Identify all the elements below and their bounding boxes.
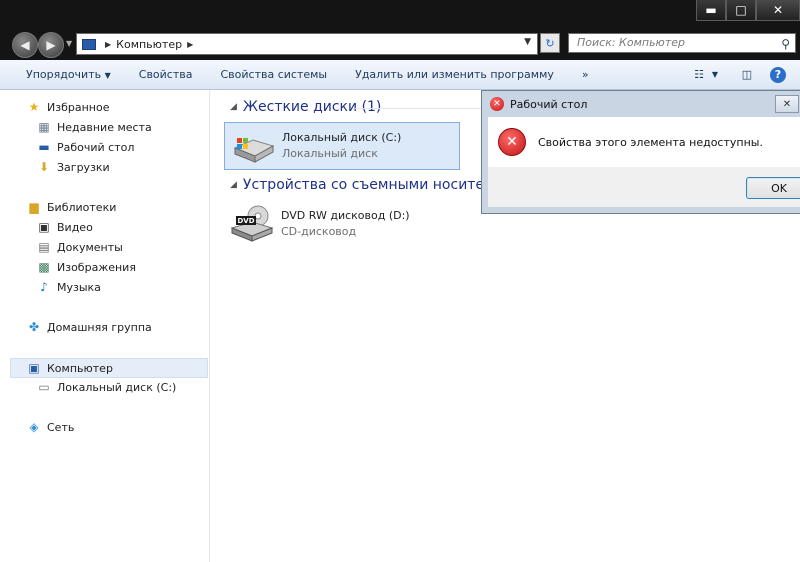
dialog-title: Рабочий стол <box>510 97 588 111</box>
collapse-icon[interactable]: ◢ <box>230 102 237 112</box>
sidebar-item-label: Компьютер <box>47 361 113 375</box>
star-icon: ★ <box>28 100 40 114</box>
preview-pane-icon[interactable]: ◫ <box>736 66 758 84</box>
search-icon[interactable]: ⚲ <box>781 35 790 53</box>
drive-c-type: Локальный диск <box>282 147 378 160</box>
sidebar-item-recent[interactable]: ▦ Недавние места <box>36 120 152 134</box>
dvd-drive-name: DVD RW дисковод (D:) <box>281 209 410 222</box>
command-bar: Упорядочить ▼ Свойства Свойства системы … <box>0 60 800 90</box>
music-icon: ♪ <box>40 280 48 294</box>
more-commands-button[interactable]: » <box>568 68 603 81</box>
images-icon: ▩ <box>38 260 50 274</box>
explorer-window: ▬ □ ✕ ◀ ▶ ▼ ▶ Компьютер ▶ ▼ ↻ Поиск: Ком… <box>0 0 800 562</box>
navigation-pane: ★ Избранное ▦ Недавние места ▬ Рабочий стол… <box>0 90 210 562</box>
documents-icon: ▤ <box>38 240 50 254</box>
help-icon[interactable]: ? <box>770 66 786 83</box>
address-bar[interactable]: ▶ Компьютер ▶ ▼ <box>76 33 538 55</box>
sidebar-item-label: Документы <box>57 240 123 254</box>
sidebar-item-label: Домашняя группа <box>47 320 152 334</box>
group-hard-disks[interactable]: ◢ Жесткие диски (1) <box>230 99 381 115</box>
sidebar-item-label: Недавние места <box>57 120 152 134</box>
error-dialog: ✕ Рабочий стол ✕ ✕ Свойства этого элемен… <box>481 90 800 214</box>
library-icon: ▆ <box>29 200 39 214</box>
drive-c-name: Локальный диск (C:) <box>282 131 402 144</box>
downloads-icon: ⬇ <box>38 160 50 174</box>
dvd-badge: DVD <box>237 217 254 225</box>
navigation-bar: ◀ ▶ ▼ ▶ Компьютер ▶ ▼ ↻ Поиск: Компьютер… <box>0 28 800 60</box>
dvd-drive-icon: DVD <box>228 204 276 244</box>
error-small-icon: ✕ <box>490 97 504 111</box>
breadcrumb-computer[interactable]: Компьютер <box>116 38 182 51</box>
sidebar-item-desktop[interactable]: ▬ Рабочий стол <box>36 140 134 154</box>
sidebar-item-network[interactable]: ◈ Сеть <box>26 420 74 434</box>
collapse-icon[interactable]: ◢ <box>230 180 237 190</box>
chevron-down-icon[interactable]: ▼ <box>710 66 720 84</box>
group-title: Устройства со съемными носителями <box>242 177 522 193</box>
sidebar-item-label: Изображения <box>57 260 136 274</box>
error-icon: ✕ <box>498 128 526 156</box>
sidebar-item-computer[interactable]: ▣ Компьютер <box>10 358 208 378</box>
chevron-right-icon[interactable]: ▶ <box>187 40 193 49</box>
caption-buttons: ▬ □ ✕ <box>696 0 800 21</box>
sidebar-item-label: Библиотеки <box>47 200 117 214</box>
computer-icon: ▣ <box>28 361 40 375</box>
sidebar-item-favorites[interactable]: ★ Избранное <box>26 100 110 114</box>
maximize-button[interactable]: □ <box>726 0 756 21</box>
group-title: Жесткие диски (1) <box>242 99 382 115</box>
sidebar-item-downloads[interactable]: ⬇ Загрузки <box>36 160 110 174</box>
sidebar-item-label: Рабочий стол <box>57 140 135 154</box>
properties-button[interactable]: Свойства <box>125 68 207 81</box>
sidebar-item-label: Видео <box>57 220 93 234</box>
recent-pages-icon[interactable]: ▼ <box>66 39 72 48</box>
hard-drive-icon <box>229 126 277 166</box>
sidebar-item-libraries[interactable]: ▆ Библиотеки <box>26 200 116 214</box>
video-icon: ▣ <box>38 220 50 234</box>
recent-places-icon: ▦ <box>38 120 50 134</box>
toolbar-right: ☷ ▼ ◫ ? <box>682 60 800 89</box>
search-input[interactable]: Поиск: Компьютер ⚲ <box>568 33 796 53</box>
dialog-close-button[interactable]: ✕ <box>775 95 799 113</box>
title-bar: ▬ □ ✕ <box>0 0 800 28</box>
sidebar-item-documents[interactable]: ▤ Документы <box>36 240 123 254</box>
refresh-button[interactable]: ↻ <box>540 33 560 53</box>
search-placeholder: Поиск: Компьютер <box>577 36 685 49</box>
chevron-right-icon[interactable]: ▶ <box>105 40 111 49</box>
organize-button[interactable]: Упорядочить ▼ <box>0 68 125 81</box>
dvd-drive-tile[interactable]: DVD DVD RW дисковод (D:) CD-дисковод <box>224 200 460 248</box>
forward-button[interactable]: ▶ <box>38 32 64 58</box>
organize-label: Упорядочить <box>26 68 102 81</box>
sidebar-item-label: Сеть <box>47 420 75 434</box>
address-dropdown-icon[interactable]: ▼ <box>524 37 531 47</box>
network-icon: ◈ <box>29 420 39 434</box>
homegroup-icon: ✤ <box>28 320 40 334</box>
computer-icon <box>82 38 96 50</box>
desktop-icon: ▬ <box>38 140 50 154</box>
drive-icon: ▭ <box>38 380 50 394</box>
sidebar-item-label: Локальный диск (C:) <box>57 380 177 394</box>
sidebar-item-homegroup[interactable]: ✤ Домашняя группа <box>26 320 152 334</box>
dialog-title-bar: ✕ Рабочий стол ✕ <box>482 91 800 117</box>
view-options-icon[interactable]: ☷ <box>688 66 710 84</box>
sidebar-item-music[interactable]: ♪ Музыка <box>36 280 101 294</box>
uninstall-program-button[interactable]: Удалить или изменить программу <box>341 68 568 81</box>
sidebar-item-label: Музыка <box>57 280 101 294</box>
dialog-footer: OK <box>488 167 800 207</box>
sidebar-item-images[interactable]: ▩ Изображения <box>36 260 136 274</box>
minimize-button[interactable]: ▬ <box>696 0 726 21</box>
system-properties-button[interactable]: Свойства системы <box>207 68 342 81</box>
sidebar-item-local-disk[interactable]: ▭ Локальный диск (C:) <box>36 380 176 394</box>
ok-button[interactable]: OK <box>746 177 800 199</box>
back-button[interactable]: ◀ <box>12 32 38 58</box>
sidebar-item-label: Загрузки <box>57 160 110 174</box>
sidebar-item-video[interactable]: ▣ Видео <box>36 220 93 234</box>
dialog-body: ✕ Свойства этого элемента недоступны. <box>488 117 800 167</box>
drive-c-tile[interactable]: Локальный диск (C:) Локальный диск <box>224 122 460 170</box>
close-button[interactable]: ✕ <box>756 0 800 21</box>
dialog-message: Свойства этого элемента недоступны. <box>538 135 763 149</box>
chevron-down-icon: ▼ <box>104 71 111 80</box>
group-removable[interactable]: ◢ Устройства со съемными носителями <box>230 177 521 193</box>
sidebar-item-label: Избранное <box>47 100 110 114</box>
dvd-drive-type: CD-дисковод <box>281 225 357 238</box>
